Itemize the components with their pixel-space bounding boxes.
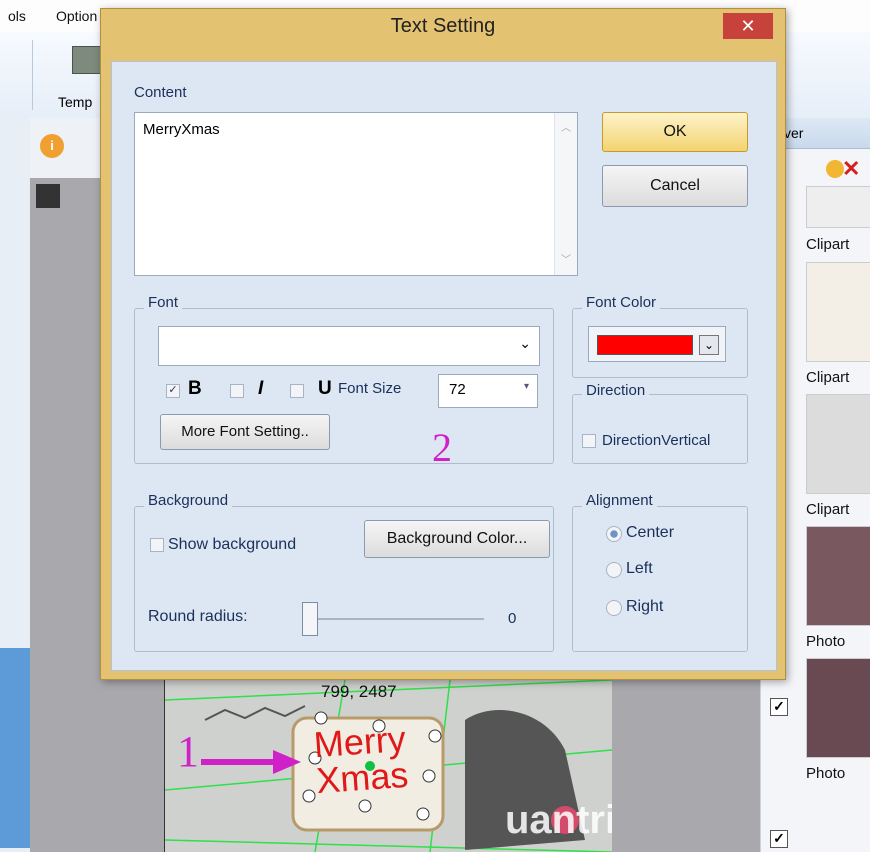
info-bar: i [30, 118, 110, 208]
font-family-select[interactable]: ⌄ [158, 326, 540, 366]
delete-icon[interactable]: ✕ [842, 156, 860, 182]
layer-label-3: Clipart [806, 501, 850, 518]
left-panel-highlight [0, 648, 30, 848]
font-group-title: Font [144, 294, 183, 311]
cancel-button[interactable]: Cancel [602, 165, 748, 207]
template-icon[interactable] [72, 46, 102, 74]
align-right-label: Right [626, 598, 664, 615]
ok-button[interactable]: OK [602, 112, 748, 152]
font-size-select[interactable]: 72 ▾ [438, 374, 538, 408]
person-icon[interactable] [36, 184, 60, 208]
background-color-button[interactable]: Background Color... [364, 520, 550, 558]
direction-title: Direction [582, 382, 650, 399]
show-background-checkbox[interactable] [150, 538, 164, 552]
dialog-body: Content MerryXmas ︿ ﹀ OK Cancel Font ⌄ ✓… [111, 61, 777, 671]
font-color-swatch[interactable] [597, 335, 693, 355]
content-label: Content [134, 84, 187, 101]
align-left-label: Left [626, 560, 653, 577]
content-text[interactable]: MerryXmas [143, 121, 220, 138]
align-center-radio[interactable] [606, 526, 622, 542]
close-button[interactable]: ✕ [723, 13, 773, 39]
left-panel [0, 118, 31, 852]
ribbon-divider [32, 40, 33, 110]
layer-panel-title: ver [784, 125, 804, 141]
round-radius-track[interactable] [308, 618, 484, 620]
round-radius-value: 0 [508, 610, 517, 627]
bold-label: B [188, 378, 202, 399]
text-setting-dialog: Text Setting ✕ Content MerryXmas ︿ ﹀ OK … [100, 8, 786, 680]
align-right-radio[interactable] [606, 600, 622, 616]
direction-group [572, 394, 748, 464]
layer-thumb-3[interactable] [806, 394, 870, 494]
scroll-up-icon[interactable]: ︿ [561, 119, 571, 134]
show-background-label: Show background [168, 536, 297, 553]
direction-vertical-label: DirectionVertical [602, 432, 711, 449]
font-size-value: 72 [449, 381, 466, 398]
underline-checkbox[interactable] [290, 384, 304, 398]
layer-label-2: Clipart [806, 369, 850, 386]
font-color-title: Font Color [582, 294, 661, 311]
layer-label-1: Clipart [806, 236, 850, 253]
layer-thumb-4[interactable] [806, 526, 870, 626]
info-icon[interactable]: i [40, 134, 64, 158]
watermark: uantrimang [505, 798, 612, 842]
round-radius-label: Round radius: [148, 608, 248, 625]
italic-label: I [258, 378, 264, 399]
align-center-label: Center [626, 524, 675, 541]
menu-tools[interactable]: ols [8, 8, 26, 24]
italic-checkbox[interactable] [230, 384, 244, 398]
coordinates-readout: 799, 2487 [321, 682, 397, 701]
canvas-text-object[interactable]: Merry Xmas [312, 718, 409, 801]
alignment-title: Alignment [582, 492, 657, 509]
font-color-picker[interactable]: ⌄ [588, 326, 726, 362]
dropdown-arrow-icon[interactable]: ▾ [524, 381, 529, 392]
content-textbox[interactable]: MerryXmas ︿ ﹀ [134, 112, 578, 276]
layer-checkbox-6[interactable]: ✓ [770, 830, 788, 848]
chevron-down-icon[interactable]: ⌄ [519, 335, 531, 352]
menu-options[interactable]: Option [56, 8, 97, 24]
align-left-radio[interactable] [606, 562, 622, 578]
annotation-2: 2 [432, 425, 452, 470]
layer-thumb-1[interactable] [806, 186, 870, 228]
layer-label-4: Photo [806, 633, 846, 650]
ribbon-template-label[interactable]: Temp [58, 94, 92, 110]
dialog-title: Text Setting [390, 15, 496, 37]
font-size-label: Font Size [338, 380, 402, 397]
layer-thumb-5[interactable] [806, 658, 870, 758]
scroll-down-icon[interactable]: ﹀ [561, 251, 571, 266]
bold-checkbox[interactable]: ✓ [166, 384, 180, 398]
chevron-down-icon[interactable]: ⌄ [699, 335, 719, 355]
more-font-setting-button[interactable]: More Font Setting.. [160, 414, 330, 450]
layer-label-5: Photo [806, 765, 846, 782]
round-radius-slider[interactable] [302, 602, 318, 636]
annotation-1: 1 [177, 727, 199, 776]
layer-thumb-2[interactable] [806, 262, 870, 362]
direction-vertical-checkbox[interactable] [582, 434, 596, 448]
underline-label: U [318, 378, 332, 399]
content-scrollbar[interactable]: ︿ ﹀ [554, 113, 577, 275]
background-title: Background [144, 492, 233, 509]
layer-checkbox-5[interactable]: ✓ [770, 698, 788, 716]
design-canvas[interactable]: 799, 2487 Merry Xmas 1 uantrimang [164, 680, 612, 852]
